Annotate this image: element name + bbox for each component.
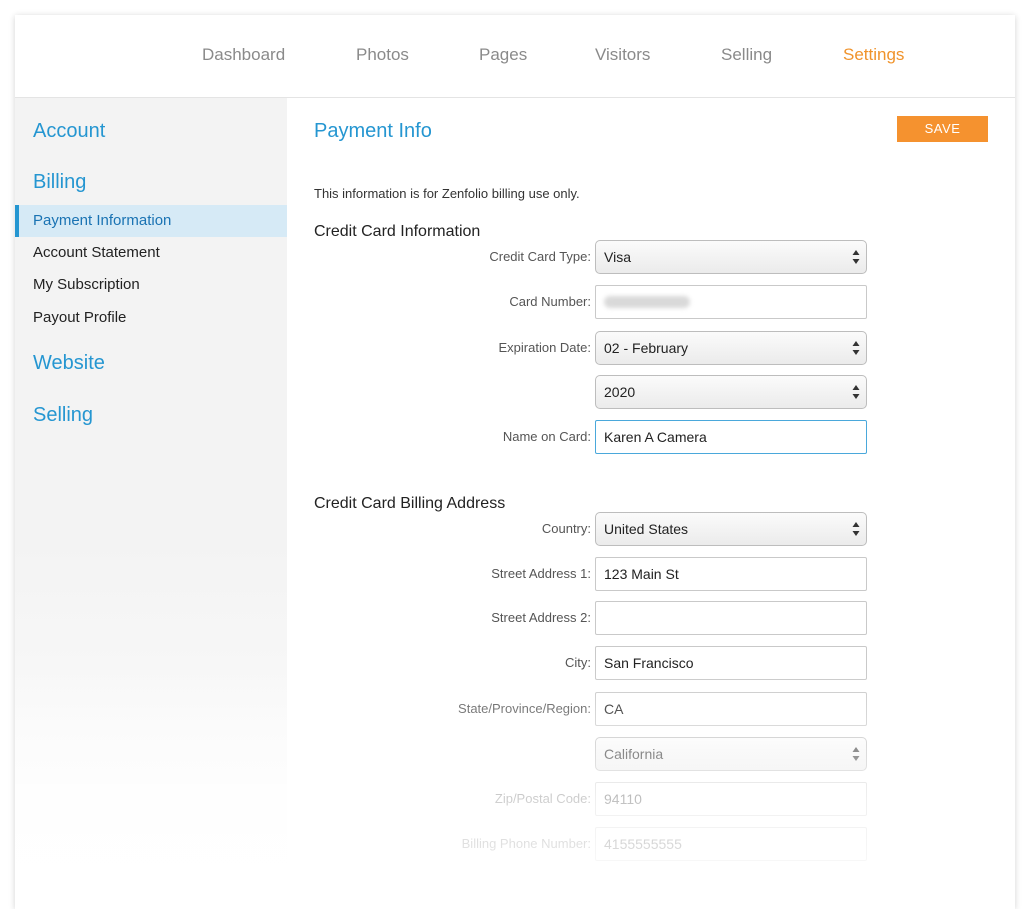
save-button[interactable]: SAVE (897, 116, 988, 142)
name-on-card-input[interactable]: Karen A Camera (595, 420, 867, 454)
card-type-select[interactable]: Visa (595, 240, 867, 274)
masked-card-number (604, 296, 690, 308)
card-type-label: Credit Card Type: (489, 249, 591, 264)
phone-input[interactable]: 4155555555 (595, 827, 867, 861)
expiration-month-select[interactable]: 02 - February (595, 331, 867, 365)
state-value: CA (604, 701, 624, 717)
card-number-label: Card Number: (509, 294, 591, 309)
card-number-input[interactable] (595, 285, 867, 319)
street2-label: Street Address 2: (491, 610, 591, 625)
expiration-label: Expiration Date: (498, 340, 592, 355)
app-frame: Dashboard Photos Pages Visitors Selling … (15, 15, 1015, 909)
billing-address-heading: Credit Card Billing Address (314, 495, 506, 512)
nav-selling[interactable]: Selling (721, 45, 772, 65)
select-arrows-icon (852, 341, 860, 355)
card-type-value: Visa (604, 249, 631, 265)
sidebar-section-billing[interactable]: Billing (33, 171, 86, 194)
city-input[interactable]: San Francisco (595, 646, 867, 680)
state-select[interactable]: California (595, 737, 867, 771)
sidebar-item-payment-information[interactable]: Payment Information (15, 205, 287, 237)
expiration-year-select[interactable]: 2020 (595, 375, 867, 409)
top-nav: Dashboard Photos Pages Visitors Selling … (15, 15, 1015, 98)
street1-label: Street Address 1: (491, 566, 591, 581)
country-label: Country: (541, 521, 591, 536)
state-label: State/Province/Region: (458, 701, 591, 716)
street1-value: 123 Main St (604, 566, 679, 582)
sidebar-item-payout-profile[interactable]: Payout Profile (15, 302, 287, 334)
select-arrows-icon (852, 250, 860, 264)
country-select[interactable]: United States (595, 512, 867, 546)
zip-value: 94110 (604, 791, 642, 807)
sidebar: Account Billing Payment Information Acco… (15, 98, 287, 909)
sidebar-item-account-statement[interactable]: Account Statement (15, 237, 287, 269)
zip-label: Zip/Postal Code: (494, 791, 591, 806)
select-arrows-icon (852, 385, 860, 399)
select-arrows-icon (852, 747, 860, 761)
state-input[interactable]: CA (595, 692, 867, 726)
name-on-card-label: Name on Card: (502, 429, 591, 444)
nav-settings[interactable]: Settings (843, 45, 904, 65)
sidebar-item-my-subscription[interactable]: My Subscription (15, 269, 287, 301)
sidebar-section-website[interactable]: Website (33, 352, 105, 375)
zip-input[interactable]: 94110 (595, 782, 867, 816)
phone-label: Billing Phone Number: (461, 836, 591, 851)
page-title: Payment Info (314, 120, 432, 142)
expiration-month-value: 02 - February (604, 340, 689, 356)
name-on-card-value: Karen A Camera (604, 429, 707, 445)
main-content: Payment Info SAVE This information is fo… (287, 98, 1015, 909)
sidebar-section-selling[interactable]: Selling (33, 404, 93, 427)
intro-text: This information is for Zenfolio billing… (314, 186, 580, 201)
credit-card-heading: Credit Card Information (314, 223, 481, 240)
sidebar-section-account[interactable]: Account (33, 120, 105, 143)
city-label: City: (565, 655, 591, 670)
phone-value: 4155555555 (604, 836, 682, 852)
city-value: San Francisco (604, 655, 694, 671)
expiration-year-value: 2020 (604, 384, 636, 400)
nav-visitors[interactable]: Visitors (595, 45, 650, 65)
nav-dashboard[interactable]: Dashboard (202, 45, 285, 65)
nav-photos[interactable]: Photos (356, 45, 409, 65)
select-arrows-icon (852, 522, 860, 536)
street2-input[interactable] (595, 601, 867, 635)
state-select-value: California (604, 746, 664, 762)
country-value: United States (604, 521, 689, 537)
nav-pages[interactable]: Pages (479, 45, 527, 65)
street1-input[interactable]: 123 Main St (595, 557, 867, 591)
